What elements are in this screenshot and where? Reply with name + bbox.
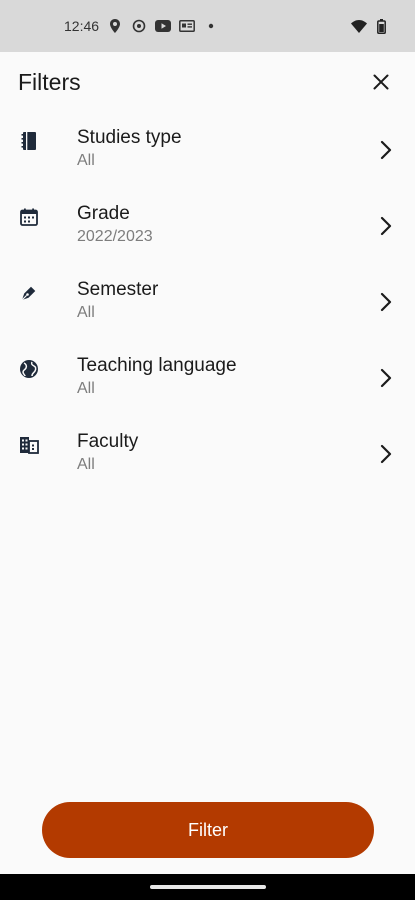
pen-icon (18, 282, 40, 304)
filter-label: Faculty (77, 431, 139, 452)
status-time: 12:46 (64, 18, 100, 34)
location-icon (107, 18, 123, 34)
settings-icon (131, 18, 147, 34)
filter-value: All (77, 304, 95, 321)
filter-value: All (77, 456, 95, 473)
navigation-bar (0, 874, 415, 900)
status-right (351, 18, 389, 34)
filter-label: Studies type (77, 127, 182, 148)
book-icon (18, 130, 40, 152)
globe-icon (18, 358, 40, 380)
close-button[interactable] (366, 67, 396, 97)
filter-row-semester[interactable]: Semester All (0, 264, 415, 340)
filter-value: 2022/2023 (77, 228, 153, 245)
filter-value: All (77, 380, 95, 397)
chevron-right-icon (376, 442, 396, 466)
filter-label: Grade (77, 203, 130, 224)
gesture-handle[interactable] (150, 885, 266, 889)
filter-button[interactable]: Filter (42, 802, 374, 858)
chevron-right-icon (376, 138, 396, 162)
close-icon (373, 74, 389, 90)
filter-row-grade[interactable]: Grade 2022/2023 (0, 188, 415, 264)
chevron-right-icon (376, 290, 396, 314)
filter-row-studies-type[interactable]: Studies type All (0, 112, 415, 188)
chevron-right-icon (376, 214, 396, 238)
filter-row-faculty[interactable]: Faculty All (0, 416, 415, 492)
filter-label: Semester (77, 279, 159, 300)
page-title: Filters (18, 69, 81, 95)
filter-list: Studies type All Grade 2022/2023 Semeste… (0, 112, 415, 492)
chevron-right-icon (376, 366, 396, 390)
calendar-icon (18, 206, 40, 228)
status-left: 12:46 (64, 18, 219, 34)
news-icon (179, 18, 195, 34)
filter-row-teaching-language[interactable]: Teaching language All (0, 340, 415, 416)
battery-icon (373, 18, 389, 34)
wifi-icon (351, 18, 367, 34)
building-icon (18, 434, 40, 456)
dialog-header: Filters (0, 52, 415, 112)
status-bar: 12:46 (0, 0, 415, 52)
filter-value: All (77, 152, 95, 169)
filter-label: Teaching language (77, 355, 237, 376)
youtube-icon (155, 18, 172, 34)
dot-icon (203, 18, 219, 34)
